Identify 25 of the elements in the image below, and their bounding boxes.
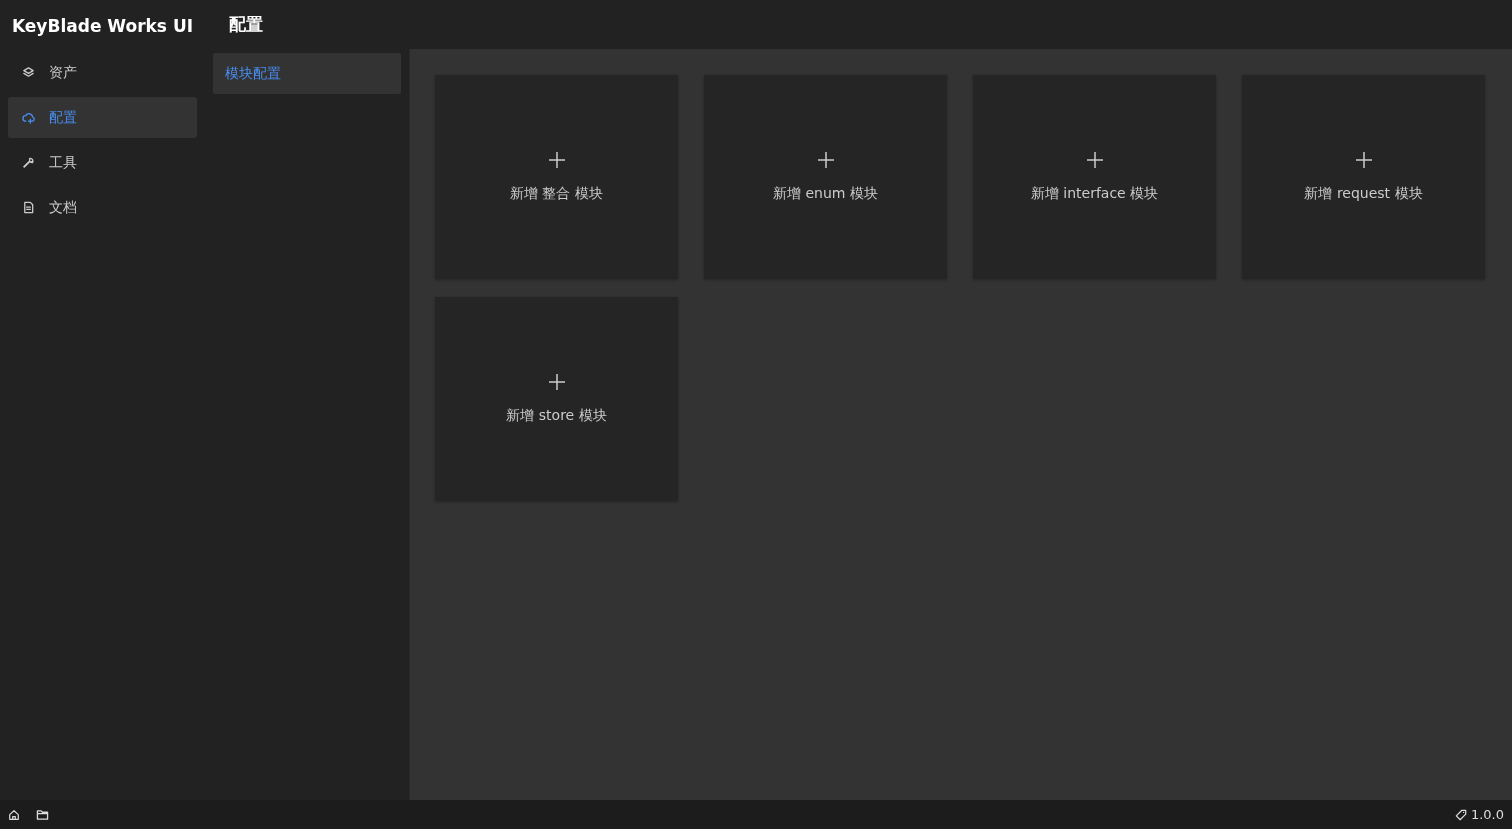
plus-icon bbox=[816, 150, 835, 169]
sidebar-item[interactable]: 文档 bbox=[8, 186, 197, 228]
wrench-icon bbox=[22, 155, 35, 169]
home-icon[interactable] bbox=[8, 808, 20, 821]
sidebar-item[interactable]: 工具 bbox=[8, 141, 197, 183]
subnav-item[interactable]: 模块配置 bbox=[213, 53, 401, 94]
sidebar-item[interactable]: 配置 bbox=[8, 96, 197, 138]
tag-icon bbox=[1454, 808, 1467, 821]
add-module-card[interactable]: 新增 request 模块 bbox=[1242, 75, 1485, 279]
add-module-card[interactable]: 新增 interface 模块 bbox=[973, 75, 1216, 279]
document-icon bbox=[22, 200, 35, 214]
page-title: 配置 bbox=[229, 12, 263, 36]
add-module-card[interactable]: 新增 整合 模块 bbox=[435, 75, 678, 279]
add-module-card[interactable]: 新增 enum 模块 bbox=[704, 75, 947, 279]
sidebar-item[interactable]: 资产 bbox=[8, 51, 197, 93]
plus-icon bbox=[1354, 150, 1373, 169]
plus-icon bbox=[1085, 150, 1104, 169]
app-title: KeyBlade Works UI bbox=[10, 15, 194, 38]
folder-icon[interactable] bbox=[36, 808, 49, 821]
plus-icon bbox=[547, 372, 566, 391]
add-module-card[interactable]: 新增 store 模块 bbox=[435, 297, 678, 501]
cloud-icon bbox=[22, 110, 35, 124]
version-label: 1.0.0 bbox=[1454, 804, 1504, 825]
plus-icon bbox=[547, 150, 566, 169]
layers-icon bbox=[22, 65, 35, 79]
